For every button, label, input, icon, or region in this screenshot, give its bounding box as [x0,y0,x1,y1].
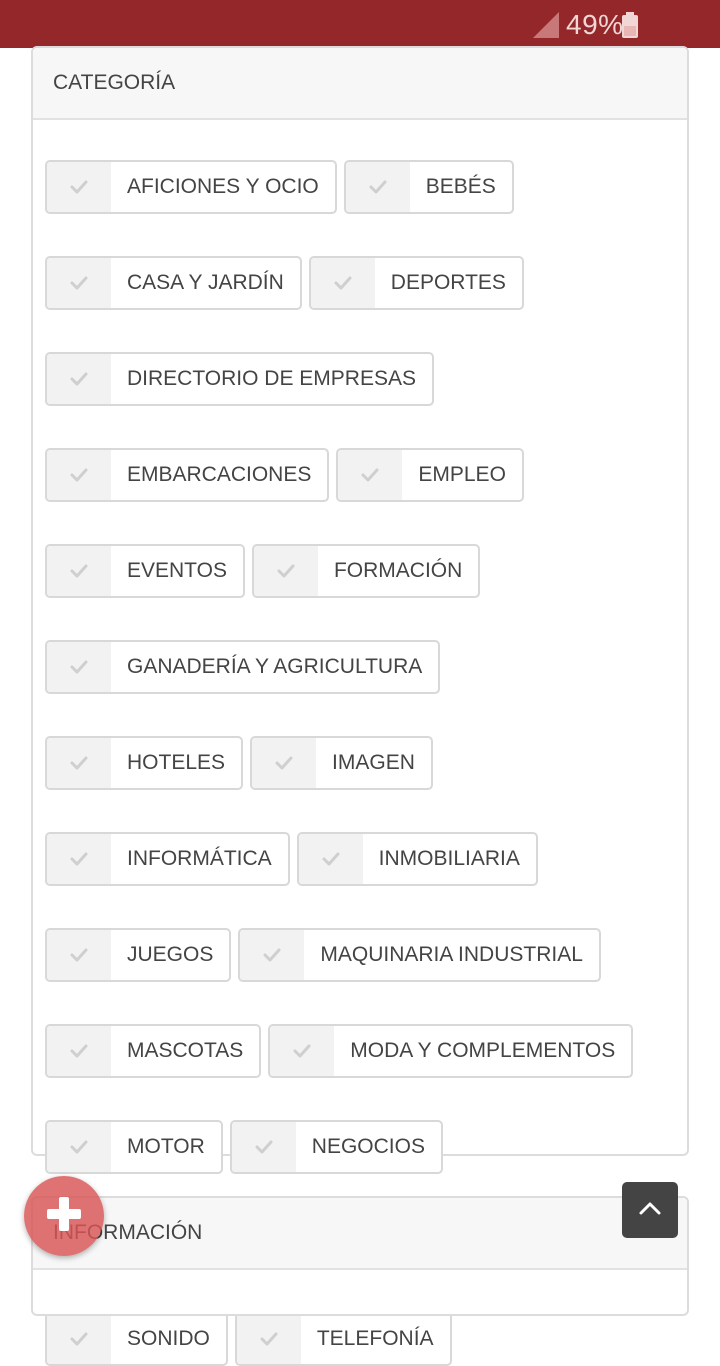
category-label: NEGOCIOS [311,1135,425,1158]
check-icon [47,642,111,692]
category-label: INMOBILIARIA [378,847,520,870]
cell-signal-icon [533,12,559,43]
check-icon [236,1314,301,1364]
category-label: EMPLEO [418,463,506,486]
category-button[interactable]: DEPORTES [308,256,524,310]
check-icon [252,738,317,788]
category-button-grid: AFICIONES Y OCIO BEBÉS CASA Y JARDÍN DEPORT… [45,160,675,1366]
category-button[interactable]: INFORMÁTICA [45,832,290,886]
category-button[interactable]: EMBARCACIONES [45,448,330,502]
category-button[interactable]: AFICIONES Y OCIO [45,160,337,214]
category-button[interactable]: NEGOCIOS [229,1120,443,1174]
category-label: SONIDO [127,1327,210,1350]
category-label: DEPORTES [390,271,506,294]
battery-icon [621,12,639,43]
check-icon [253,546,318,596]
chevron-up-icon [638,1200,662,1221]
category-button[interactable]: CASA Y JARDÍN [45,256,302,310]
plus-icon [45,1195,83,1238]
check-icon [47,738,111,788]
check-icon [47,1026,111,1076]
check-icon [240,930,305,980]
category-label: GANADERÍA Y AGRICULTURA [127,655,423,678]
check-icon [310,258,375,308]
check-icon [338,450,403,500]
category-label: JUEGOS [127,943,214,966]
category-button[interactable]: GANADERÍA Y AGRICULTURA [45,640,441,694]
category-button[interactable]: MOTOR [45,1120,223,1174]
category-label: BEBÉS [425,175,496,198]
category-button[interactable]: MASCOTAS [45,1024,262,1078]
check-icon [47,258,111,308]
add-fab-button[interactable] [24,1176,104,1256]
category-button[interactable]: JUEGOS [45,928,232,982]
check-icon [47,450,111,500]
categoria-heading: CATEGORÍA [33,48,687,120]
category-button[interactable]: DIRECTORIO DE EMPRESAS [45,352,434,406]
category-button[interactable]: MAQUINARIA INDUSTRIAL [238,928,601,982]
check-icon [47,354,111,404]
informacion-panel: INFORMACIÓN [31,1196,689,1316]
category-label: MODA Y COMPLEMENTOS [350,1039,616,1062]
category-button[interactable]: MODA Y COMPLEMENTOS [268,1024,634,1078]
check-icon [298,834,363,884]
category-label: EMBARCACIONES [127,463,312,486]
category-button[interactable]: EMPLEO [336,448,524,502]
battery-percentage: 49% [566,9,624,40]
scroll-to-top-button[interactable] [622,1182,678,1238]
category-label: DIRECTORIO DE EMPRESAS [127,367,416,390]
category-button[interactable]: EVENTOS [45,544,245,598]
check-icon [47,162,111,212]
category-label: CASA Y JARDÍN [127,271,284,294]
category-label: FORMACIÓN [333,559,463,582]
check-icon [47,1122,111,1172]
category-button[interactable]: HOTELES [45,736,244,790]
category-button[interactable]: BEBÉS [343,160,514,214]
category-label: TELEFONÍA [316,1327,434,1350]
category-label: MAQUINARIA INDUSTRIAL [320,943,583,966]
category-label: INFORMÁTICA [127,847,272,870]
category-label: MOTOR [127,1135,205,1158]
check-icon [231,1122,296,1172]
categoria-panel: CATEGORÍA AFICIONES Y OCIO BEBÉS CASA Y JA… [31,46,689,1366]
category-label: EVENTOS [127,559,227,582]
check-icon [47,546,111,596]
category-label: MASCOTAS [127,1039,244,1062]
category-label: AFICIONES Y OCIO [127,175,319,198]
category-label: IMAGEN [332,751,415,774]
category-button[interactable]: FORMACIÓN [251,544,481,598]
category-button[interactable]: IMAGEN [250,736,433,790]
category-button[interactable]: SONIDO [45,1312,228,1366]
status-bar: 49% [0,0,720,48]
check-icon [47,930,111,980]
informacion-heading: INFORMACIÓN [33,1198,687,1270]
check-icon [345,162,410,212]
check-icon [47,834,111,884]
category-label: HOTELES [127,751,226,774]
category-button[interactable]: TELEFONÍA [234,1312,452,1366]
category-button[interactable]: INMOBILIARIA [296,832,538,886]
check-icon [270,1026,335,1076]
check-icon [47,1314,111,1364]
